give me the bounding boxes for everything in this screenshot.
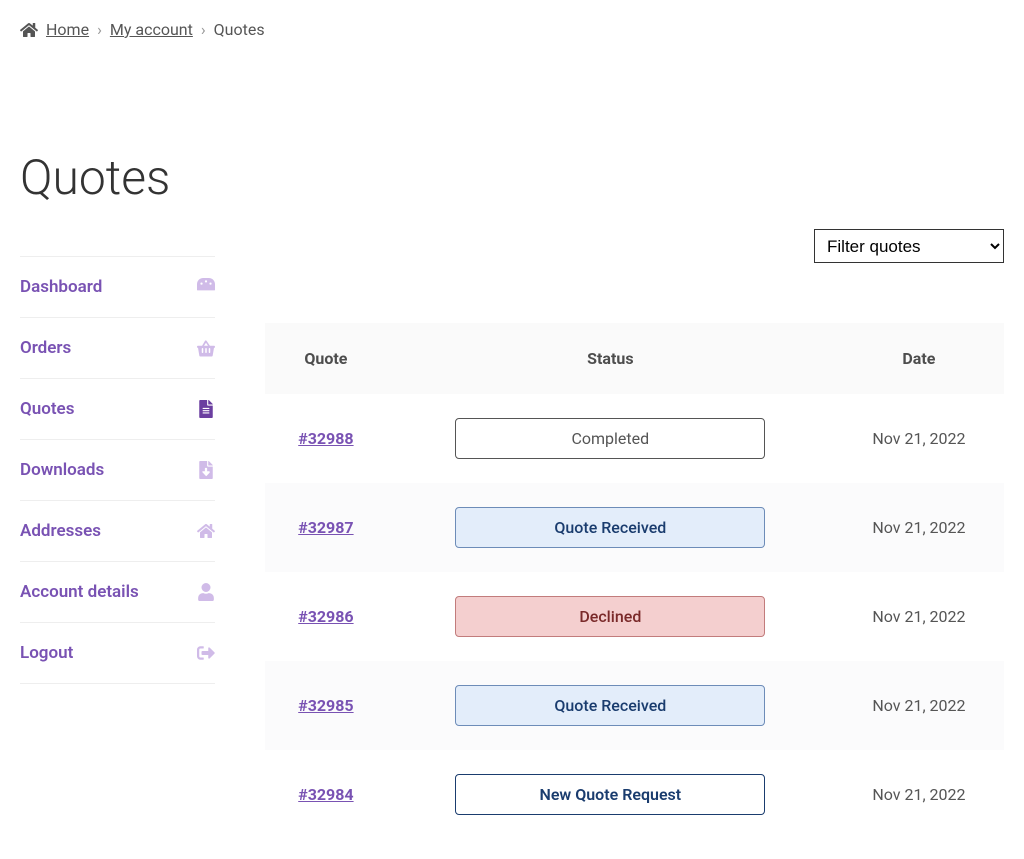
date-cell: Nov 21, 2022 — [834, 750, 1004, 839]
col-header-status: Status — [387, 323, 834, 394]
sidebar-item-quotes[interactable]: Quotes — [20, 378, 215, 439]
status-badge: Completed — [455, 418, 765, 459]
home-icon — [197, 522, 215, 540]
page-title: Quotes — [20, 149, 1004, 206]
status-badge: Quote Received — [455, 685, 765, 726]
quote-link[interactable]: #32986 — [298, 607, 353, 626]
sidebar-item-label: Orders — [20, 338, 71, 358]
sidebar-item-label: Account details — [20, 582, 139, 602]
filter-quotes-select[interactable]: Filter quotes — [814, 229, 1004, 263]
sidebar-item-downloads[interactable]: Downloads — [20, 439, 215, 500]
col-header-quote: Quote — [265, 323, 387, 394]
sidebar-item-label: Addresses — [20, 521, 101, 541]
dashboard-icon — [197, 278, 215, 296]
file-icon — [197, 400, 215, 418]
quote-link[interactable]: #32985 — [298, 696, 353, 715]
sidebar-item-logout[interactable]: Logout — [20, 622, 215, 684]
quote-link[interactable]: #32987 — [298, 518, 353, 537]
user-icon — [197, 583, 215, 601]
download-file-icon — [197, 461, 215, 479]
col-header-date: Date — [834, 323, 1004, 394]
date-cell: Nov 21, 2022 — [834, 572, 1004, 661]
sidebar-item-orders[interactable]: Orders — [20, 317, 215, 378]
breadcrumb-separator: › — [97, 20, 102, 39]
sidebar-item-account-details[interactable]: Account details — [20, 561, 215, 622]
breadcrumb-myaccount-link[interactable]: My account — [110, 20, 193, 39]
table-row: #32984 New Quote Request Nov 21, 2022 — [265, 750, 1004, 839]
sidebar-item-label: Dashboard — [20, 277, 102, 297]
sidebar-item-label: Quotes — [20, 399, 74, 419]
date-cell: Nov 21, 2022 — [834, 394, 1004, 483]
home-icon — [20, 21, 38, 39]
breadcrumb-separator: › — [201, 20, 206, 39]
sidebar-item-label: Downloads — [20, 460, 104, 480]
breadcrumb: Home › My account › Quotes — [20, 20, 1004, 39]
quote-link[interactable]: #32988 — [298, 429, 353, 448]
basket-icon — [197, 339, 215, 357]
breadcrumb-home-link[interactable]: Home — [46, 20, 89, 39]
table-row: #32985 Quote Received Nov 21, 2022 — [265, 661, 1004, 750]
logout-icon — [197, 644, 215, 662]
main-content: Filter quotes Quote Status Date #32988Co… — [265, 241, 1004, 839]
status-badge: Declined — [455, 596, 765, 637]
quote-link[interactable]: #32984 — [298, 785, 353, 804]
table-row: #32988 Completed Nov 21, 2022 — [265, 394, 1004, 483]
sidebar-item-addresses[interactable]: Addresses — [20, 500, 215, 561]
date-cell: Nov 21, 2022 — [834, 483, 1004, 572]
sidebar-item-dashboard[interactable]: Dashboard — [20, 256, 215, 317]
breadcrumb-current: Quotes — [214, 20, 265, 39]
quotes-table: Quote Status Date #32988 Completed Nov 21,… — [265, 323, 1004, 839]
status-badge: New Quote Request — [455, 774, 765, 815]
table-row: #32986 Declined Nov 21, 2022 — [265, 572, 1004, 661]
status-badge: Quote Received — [455, 507, 765, 548]
sidebar: Dashboard Orders Quotes Downloads Addres… — [20, 256, 215, 684]
date-cell: Nov 21, 2022 — [834, 661, 1004, 750]
sidebar-item-label: Logout — [20, 643, 73, 663]
table-row: #32987 Quote Received Nov 21, 2022 — [265, 483, 1004, 572]
